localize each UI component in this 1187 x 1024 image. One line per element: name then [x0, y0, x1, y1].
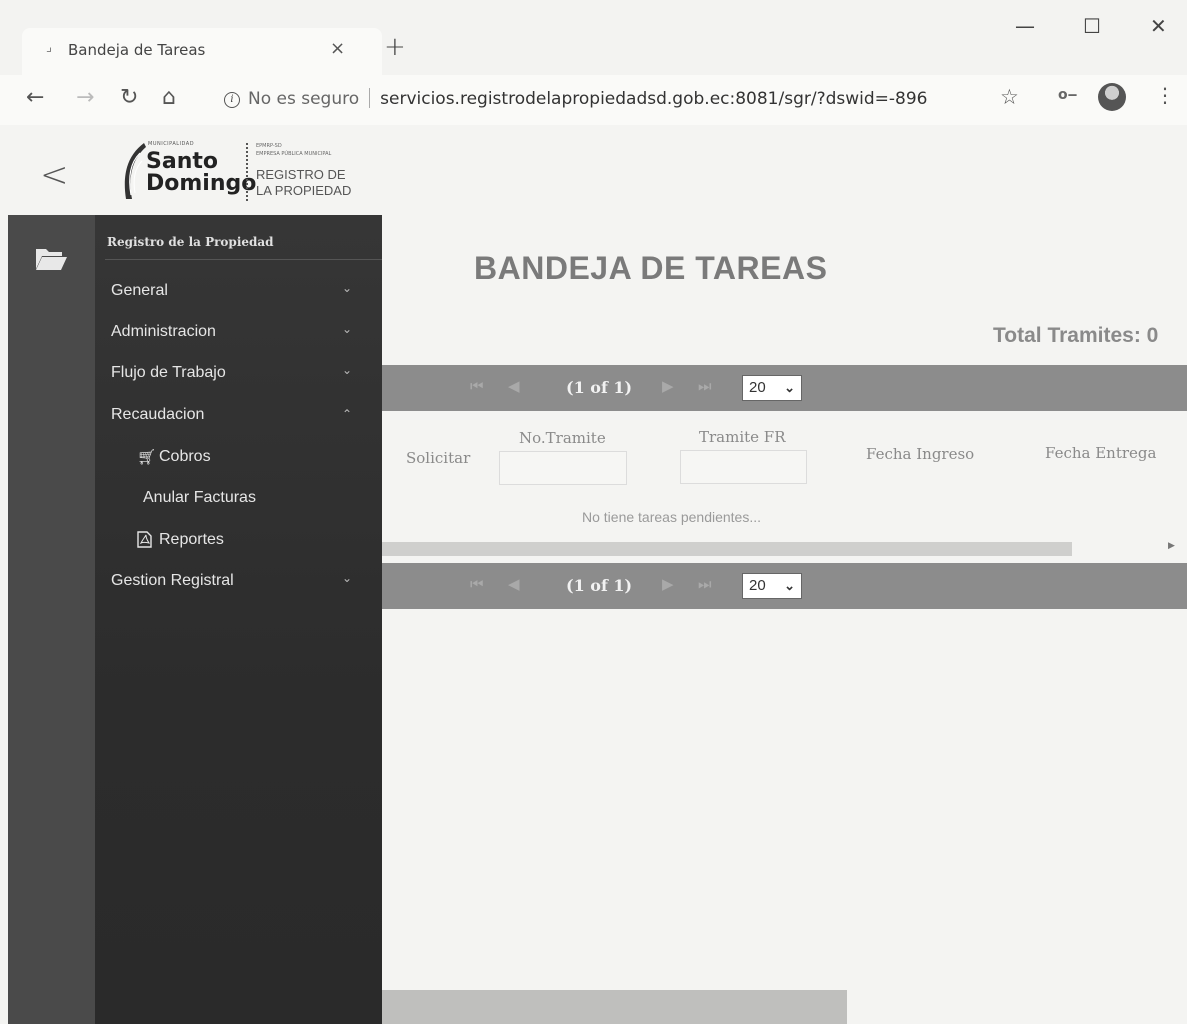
wing-logo-icon	[124, 143, 146, 199]
logo-entity-small1: EPMRP-SD	[256, 143, 282, 149]
paginator-bottom: ⏮ ◀ (1 of 1) ▶ ⏭ 20 ⌄	[382, 563, 1187, 609]
bottom-bar	[382, 990, 847, 1024]
tab-close-icon[interactable]: ×	[330, 38, 345, 59]
next-page-icon[interactable]: ▶	[662, 575, 674, 593]
back-arrow-icon[interactable]: ←	[26, 85, 44, 110]
sidebar-item-label: Flujo de Trabajo	[111, 364, 226, 381]
logo-divider	[246, 143, 248, 201]
current-page-label: (1 of 1)	[566, 576, 633, 595]
security-label: No es seguro	[248, 89, 360, 109]
logo-registry-line2: LA PROPIEDAD	[256, 183, 352, 198]
column-solicitar[interactable]: Solicitar	[406, 449, 470, 467]
profile-avatar-icon[interactable]	[1098, 83, 1126, 111]
empty-table-message: No tiene tareas pendientes...	[582, 509, 762, 525]
sidebar: Registro de la Propiedad General ⌄ Admin…	[95, 215, 382, 1024]
rows-per-page-select[interactable]: 20 ⌄	[742, 573, 802, 599]
cart-icon: 🛒︎	[137, 449, 157, 466]
paginator-top: ⏮ ◀ (1 of 1) ▶ ⏭ 20 ⌄	[382, 365, 1187, 411]
collapse-chevron-left-icon[interactable]: <	[40, 155, 69, 195]
column-tramite-fr[interactable]: Tramite FR	[699, 428, 786, 446]
no-tramite-filter-input[interactable]	[499, 451, 627, 485]
chevron-down-icon: ⌄	[784, 380, 795, 395]
home-icon[interactable]: ⌂	[162, 85, 176, 110]
chevron-down-icon: ⌄	[342, 571, 353, 585]
next-page-icon[interactable]: ▶	[662, 377, 674, 395]
logo-city-line2: Domingo	[146, 171, 257, 196]
chevron-down-icon: ⌄	[342, 322, 353, 336]
sidebar-item-label: Gestion Registral	[111, 572, 234, 589]
key-icon[interactable]: o‒	[1058, 87, 1077, 103]
chevron-down-icon: ⌄	[342, 363, 353, 377]
current-page-label: (1 of 1)	[566, 378, 633, 397]
browser-toolbar: ← → ↻ ⌂ i No es seguro servicios.registrod…	[0, 75, 1187, 125]
sidebar-item-label: Recaudacion	[111, 406, 205, 423]
sidebar-item-cobros[interactable]: 🛒︎ Cobros	[95, 437, 382, 477]
column-no-tramite[interactable]: No.Tramite	[519, 429, 606, 447]
app-header: < MUNICIPALIDAD Santo Domingo EPMRP-SD E…	[0, 125, 1187, 215]
reload-icon[interactable]: ↻	[120, 85, 138, 110]
minimize-icon[interactable]: —	[1015, 14, 1035, 38]
logo-city-line1: Santo	[146, 149, 218, 174]
sidebar-item-label: Reportes	[159, 531, 224, 548]
sidebar-item-anular-facturas[interactable]: Anular Facturas	[95, 478, 382, 518]
sidebar-rail	[8, 215, 95, 1024]
chevron-down-icon: ⌄	[342, 281, 353, 295]
tramite-fr-filter-input[interactable]	[680, 450, 807, 484]
address-bar[interactable]: i No es seguro servicios.registrodelapropi…	[212, 83, 992, 115]
browser-menu-icon[interactable]: ⋮	[1155, 83, 1175, 107]
prev-page-icon[interactable]: ◀	[508, 575, 520, 593]
column-fecha-entrega[interactable]: Fecha Entrega	[1045, 444, 1156, 462]
horizontal-scrollbar[interactable]	[382, 542, 1072, 556]
last-page-icon[interactable]: ⏭	[698, 575, 712, 593]
sidebar-title: Registro de la Propiedad	[107, 235, 274, 249]
scroll-right-arrow-icon[interactable]: ▶	[1168, 541, 1175, 551]
chevron-down-icon: ⌄	[784, 578, 795, 593]
pdf-icon	[137, 531, 152, 552]
rows-per-page-select[interactable]: 20 ⌄	[742, 375, 802, 401]
url-separator	[369, 88, 371, 108]
chevron-up-icon: ⌃	[342, 407, 353, 421]
sidebar-item-general[interactable]: General ⌄	[95, 271, 382, 311]
logo-entity-small2: EMPRESA PÚBLICA MUNICIPAL	[256, 151, 332, 157]
folder-open-icon[interactable]	[34, 245, 68, 271]
logo-small-text: MUNICIPALIDAD	[148, 141, 195, 147]
sidebar-item-label: Cobros	[159, 448, 211, 465]
sidebar-item-label: Anular Facturas	[143, 489, 256, 506]
page-title: BANDEJA DE TAREAS	[474, 250, 828, 286]
new-tab-button[interactable]: +	[384, 32, 406, 62]
logo-registry-line1: REGISTRO DE	[256, 167, 346, 182]
sidebar-item-gestion-registral[interactable]: Gestion Registral ⌄	[95, 561, 382, 601]
sidebar-item-label: Administracion	[111, 323, 216, 340]
total-tramites-label: Total Tramites: 0	[993, 324, 1159, 347]
last-page-icon[interactable]: ⏭	[698, 377, 712, 395]
maximize-icon[interactable]: ☐	[1083, 14, 1101, 38]
sidebar-item-flujo-de-trabajo[interactable]: Flujo de Trabajo ⌄	[95, 353, 382, 393]
first-page-icon[interactable]: ⏮	[470, 575, 484, 593]
column-fecha-ingreso[interactable]: Fecha Ingreso	[866, 445, 974, 463]
logo: MUNICIPALIDAD Santo Domingo EPMRP-SD EMP…	[118, 133, 388, 205]
url-text[interactable]: servicios.registrodelapropiedadsd.gob.ec…	[380, 89, 927, 109]
rows-per-page-value: 20	[749, 379, 766, 396]
rows-per-page-value: 20	[749, 577, 766, 594]
prev-page-icon[interactable]: ◀	[508, 377, 520, 395]
forward-arrow-icon[interactable]: →	[76, 85, 94, 110]
browser-titlebar: ⌟ Bandeja de Tareas × + — ☐ ✕	[0, 0, 1187, 75]
sidebar-item-administracion[interactable]: Administracion ⌄	[95, 312, 382, 352]
tab-title: Bandeja de Tareas	[68, 41, 206, 59]
info-icon[interactable]: i	[224, 92, 240, 108]
page-favicon-icon: ⌟	[46, 40, 53, 55]
sidebar-item-recaudacion[interactable]: Recaudacion ⌃	[95, 395, 382, 435]
first-page-icon[interactable]: ⏮	[470, 377, 484, 395]
sidebar-item-label: General	[111, 282, 168, 299]
window-close-icon[interactable]: ✕	[1150, 14, 1167, 38]
sidebar-title-divider	[105, 259, 382, 260]
sidebar-item-reportes[interactable]: Reportes	[95, 520, 382, 560]
browser-tab[interactable]: ⌟ Bandeja de Tareas ×	[22, 28, 382, 75]
bookmark-star-icon[interactable]: ☆	[1000, 85, 1019, 109]
